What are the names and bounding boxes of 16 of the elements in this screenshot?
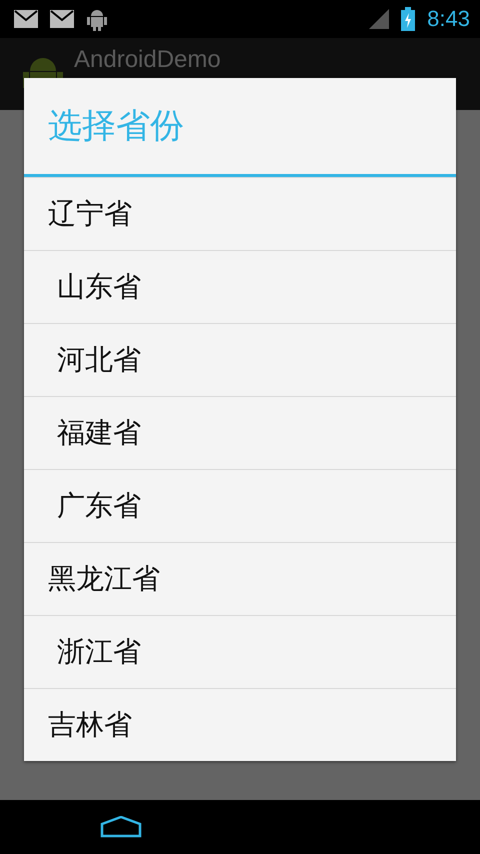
mail-icon — [50, 10, 74, 28]
app-title: AndroidDemo — [74, 46, 221, 74]
list-item[interactable]: 广东省 — [24, 469, 456, 542]
dialog-title: 选择省份 — [24, 78, 456, 177]
battery-icon — [401, 7, 416, 31]
signal-icon — [369, 9, 390, 29]
list-item[interactable]: 河北省 — [24, 323, 456, 396]
mail-icon — [14, 10, 38, 28]
list-item[interactable]: 山东省 — [24, 250, 456, 323]
clock-time: 8:43 — [427, 6, 470, 32]
list-item[interactable]: 辽宁省 — [24, 177, 456, 250]
list-item[interactable]: 福建省 — [24, 396, 456, 469]
home-icon[interactable] — [100, 816, 142, 838]
list-item[interactable]: 黑龙江省 — [24, 542, 456, 615]
list-item[interactable]: 浙江省 — [24, 615, 456, 688]
list-item[interactable]: 吉林省 — [24, 688, 456, 761]
